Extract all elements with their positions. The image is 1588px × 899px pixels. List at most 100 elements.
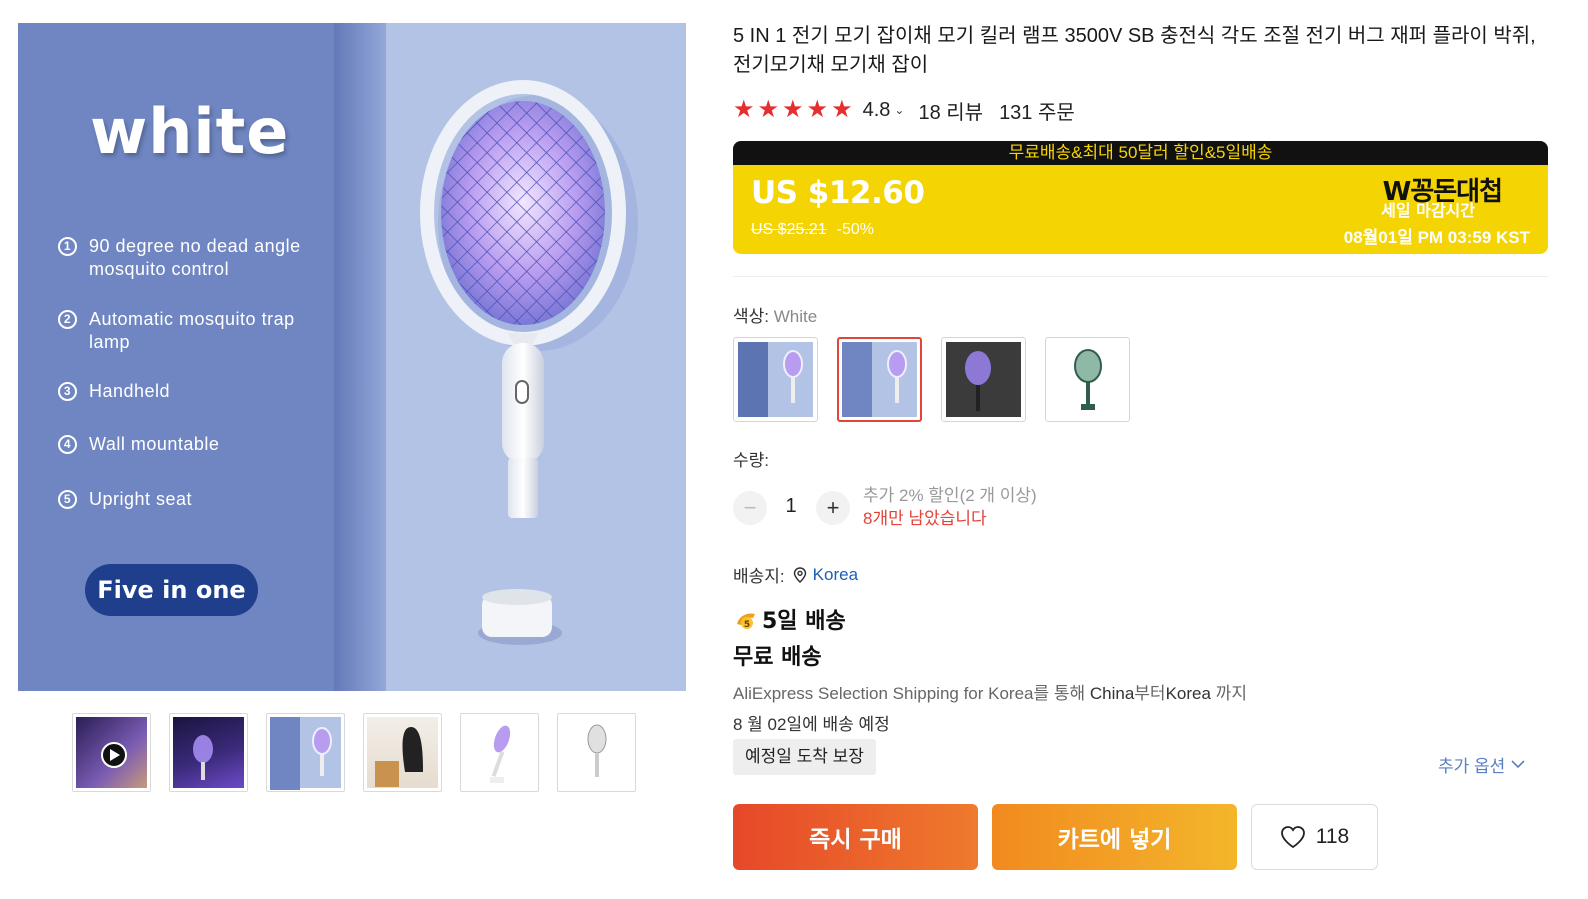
ship-to-label: 배송지:: [733, 567, 785, 586]
rating-row: ★ ★ ★ ★ ★ 4.8 ⌄ 18 리뷰 131 주문: [733, 96, 1075, 124]
heart-icon: [1280, 826, 1305, 849]
ship-to-row: 배송지: Korea: [733, 562, 858, 587]
image-feature-1: 1 90 degree no dead angle mosquito contr…: [58, 235, 319, 281]
thumbnail-wall-room[interactable]: [363, 713, 442, 792]
star-icon: ★: [782, 96, 804, 123]
product-title: 5 IN 1 전기 모기 잡이채 모기 킬러 램프 3500V SB 충전식 각…: [733, 25, 1536, 76]
sale-end-label: 세일 마감시간: [1381, 201, 1475, 220]
delivery-date: 8 월 02일: [733, 715, 803, 734]
racket-thumb-icon: [312, 727, 332, 776]
free-shipping-text: 무료 배송: [733, 645, 822, 670]
chevron-down-icon: [1511, 760, 1525, 769]
quantity-decrease-button[interactable]: −: [733, 491, 767, 525]
more-options-link[interactable]: 추가 옵션: [1438, 752, 1525, 777]
feature-number: 5: [58, 490, 77, 509]
racket-swatch-icon: [887, 350, 907, 403]
divider: [733, 276, 1548, 277]
shipping-destination: Korea: [1165, 684, 1211, 703]
racket-thumb-icon: [193, 735, 213, 780]
svg-text:5: 5: [744, 620, 750, 630]
ship-to-country[interactable]: Korea: [813, 565, 858, 585]
play-icon: [101, 742, 127, 768]
feature-number: 2: [58, 310, 77, 329]
delivery-estimate: 8 월 02일에 배송 예정: [733, 710, 890, 735]
promo-bar-text: 무료배송&최대 50달러 할인&5일배송: [733, 141, 1548, 165]
fast-delivery-icon: 5: [737, 613, 755, 630]
promo-banner: 무료배송&최대 50달러 할인&5일배송 US $12.60 US $25.21…: [733, 141, 1548, 254]
shipping-service: AliExpress Selection Shipping for Korea: [733, 684, 1034, 703]
wishlist-count: 118: [1315, 825, 1350, 848]
sale-end-time: 08월01일 PM 03:59 KST: [1343, 228, 1530, 247]
color-option-green-racket[interactable]: [1045, 337, 1130, 422]
quantity-increase-button[interactable]: +: [816, 491, 850, 525]
wishlist-button[interactable]: 118: [1251, 804, 1378, 870]
feature-text: 90 degree no dead angle mosquito control: [89, 236, 301, 279]
racket-swatch-icon: [965, 351, 991, 411]
feature-number: 3: [58, 382, 77, 401]
on-time-guarantee-badge: 예정일 도착 보장: [733, 739, 876, 775]
feature-text: Automatic mosquito trap lamp: [89, 309, 295, 352]
racket-swatch-icon: [1074, 349, 1102, 410]
star-icon: ★: [757, 96, 780, 123]
rating-value[interactable]: 4.8: [863, 99, 891, 122]
feature-text: Handheld: [89, 381, 171, 401]
original-price-row: US $25.21 -50%: [751, 221, 874, 239]
rating-stars: ★ ★ ★ ★ ★: [733, 98, 853, 122]
shipping-via-text: 를 통해: [1033, 684, 1090, 703]
image-feature-2: 2 Automatic mosquito trap lamp: [58, 308, 319, 354]
racket-swatch-icon: [783, 350, 803, 403]
quantity-value[interactable]: 1: [778, 495, 804, 518]
color-option-green[interactable]: [733, 337, 818, 422]
shipping-method: AliExpress Selection Shipping for Korea를…: [733, 679, 1247, 704]
color-label-text: 색상:: [733, 307, 774, 326]
thumbnail-night-lamp[interactable]: [169, 713, 248, 792]
delivery-date-suffix: 에 배송 예정: [802, 715, 890, 734]
thumbnail-white-racket-side[interactable]: [557, 713, 636, 792]
five-in-one-badge: Five in one: [85, 564, 258, 616]
thumbnail-white-racket[interactable]: [460, 713, 539, 792]
feature-text: Wall mountable: [89, 434, 220, 454]
more-options-label: 추가 옵션: [1438, 757, 1506, 776]
feature-number: 1: [58, 237, 77, 256]
mosquito-racket-illustration: [420, 80, 638, 645]
original-price: US $25.21: [751, 221, 827, 238]
star-icon: ★: [733, 96, 755, 123]
color-option-black[interactable]: [941, 337, 1026, 422]
thumbnail-white-card[interactable]: [266, 713, 345, 792]
color-selected-value: White: [773, 307, 818, 326]
order-count: 131 주문: [999, 101, 1075, 124]
star-icon: ★: [831, 96, 853, 123]
color-swatches: [733, 337, 1130, 422]
buy-now-button[interactable]: 즉시 구매: [733, 804, 978, 870]
location-pin-icon: [793, 566, 807, 583]
color-label: 색상: White: [733, 302, 817, 327]
stock-left-note: 8개만 남았습니다: [863, 509, 987, 528]
person-thumb-icon: [375, 727, 423, 787]
star-icon: ★: [806, 96, 829, 123]
feature-text: Upright seat: [89, 489, 193, 509]
image-feature-5: 5 Upright seat: [58, 488, 319, 511]
current-price: US $12.60: [751, 175, 925, 211]
image-panel-shadow: [334, 23, 386, 691]
shipping-via-text: 부터: [1134, 684, 1166, 703]
image-color-title: white: [90, 95, 290, 168]
quantity-label: 수량:: [733, 451, 770, 470]
image-feature-3: 3 Handheld: [58, 380, 319, 403]
thumbnail-strip: [72, 713, 636, 792]
shipping-origin: China: [1089, 684, 1135, 703]
extra-discount-note: 추가 2% 할인(2 개 이상): [863, 486, 1037, 505]
racket-thumb-icon: [490, 725, 511, 783]
discount-percent: -50%: [836, 221, 874, 238]
color-option-white[interactable]: [837, 337, 922, 422]
delivery-days-text: 5일 배송: [762, 609, 846, 634]
main-product-image[interactable]: white 1 90 degree no dead angle mosquito…: [18, 23, 686, 691]
add-to-cart-button[interactable]: 카트에 넣기: [992, 804, 1237, 870]
delivery-days-row: 5 5일 배송: [733, 603, 846, 635]
image-feature-4: 4 Wall mountable: [58, 433, 319, 456]
racket-thumb-icon: [587, 724, 607, 777]
feature-number: 4: [58, 435, 77, 454]
review-count[interactable]: 18 리뷰: [918, 96, 983, 125]
thumbnail-video[interactable]: [72, 713, 151, 792]
chevron-down-icon[interactable]: ⌄: [894, 103, 904, 117]
quantity-notes: 추가 2% 할인(2 개 이상) 8개만 남았습니다: [863, 484, 1037, 530]
